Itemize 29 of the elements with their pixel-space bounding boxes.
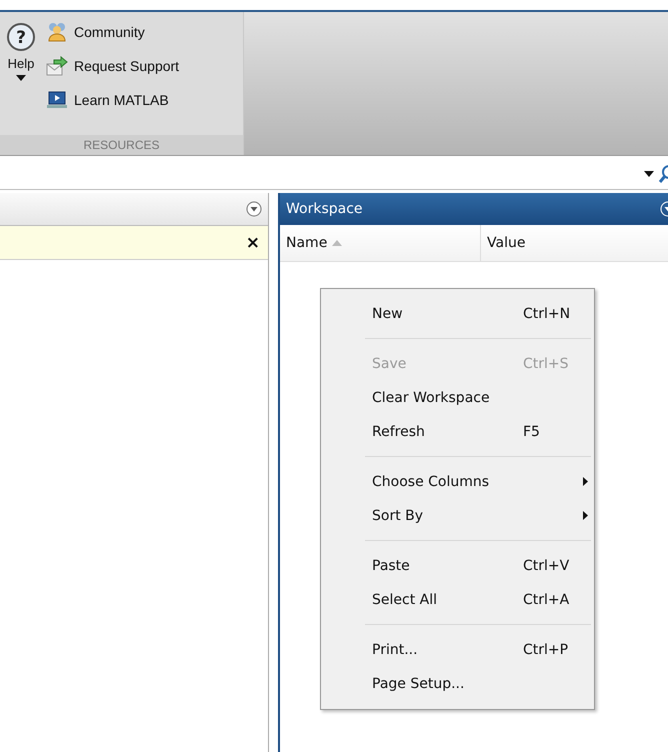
section-label: RESOURCES bbox=[0, 135, 243, 155]
caret-icon[interactable] bbox=[644, 171, 654, 177]
menu-item[interactable]: Choose Columns bbox=[321, 465, 594, 499]
help-icon[interactable]: ? bbox=[6, 22, 36, 52]
dropdown-icon[interactable] bbox=[658, 201, 668, 217]
menu-item[interactable]: New Ctrl+N bbox=[321, 297, 594, 331]
people-icon bbox=[46, 22, 68, 42]
caret-icon[interactable] bbox=[16, 75, 26, 81]
column-header[interactable]: Name bbox=[280, 225, 481, 261]
mail-arrow-icon bbox=[46, 56, 68, 76]
menu-item[interactable]: Paste Ctrl+V bbox=[321, 549, 594, 583]
menu-item[interactable]: Clear Workspace bbox=[321, 381, 594, 415]
menu-item[interactable]: Select All Ctrl+A bbox=[321, 583, 594, 617]
resource-link[interactable]: Learn MATLAB bbox=[74, 92, 169, 108]
resource-link[interactable]: Request Support bbox=[74, 58, 180, 74]
menu-item[interactable]: Print... Ctrl+P bbox=[321, 633, 594, 667]
menu-item[interactable]: Refresh F5 bbox=[321, 415, 594, 449]
menu-item[interactable]: Page Setup... bbox=[321, 667, 594, 701]
screen-icon bbox=[46, 90, 68, 110]
resource-link[interactable]: Community bbox=[74, 24, 145, 40]
submenu-arrow-icon bbox=[583, 477, 588, 486]
close-button[interactable]: × bbox=[246, 232, 260, 252]
column-header[interactable]: Value bbox=[481, 225, 526, 261]
panel-title: Workspace bbox=[286, 201, 363, 217]
menu-item[interactable]: Sort By bbox=[321, 499, 594, 533]
submenu-arrow-icon bbox=[583, 511, 588, 520]
search-icon[interactable] bbox=[658, 164, 668, 184]
help-button[interactable]: Help bbox=[8, 56, 34, 71]
dropdown-icon[interactable] bbox=[246, 201, 262, 217]
